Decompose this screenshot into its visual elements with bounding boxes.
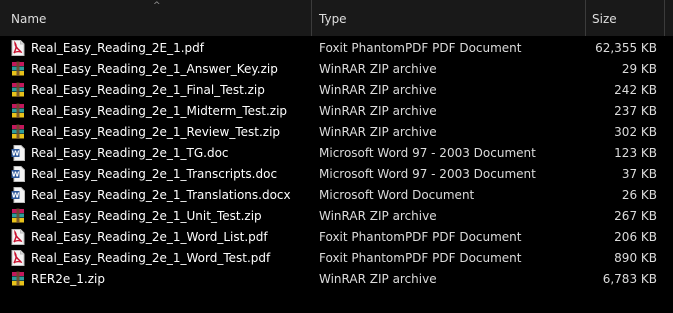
file-row[interactable]: W Real_Easy_Reading_2e_1_Transcripts.doc M… [0,164,673,185]
file-name[interactable]: Real_Easy_Reading_2e_1_Transcripts.doc [31,164,277,185]
column-divider[interactable] [311,0,312,36]
file-name[interactable]: Real_Easy_Reading_2E_1.pdf [31,38,204,59]
file-size: 29 KB [621,62,657,76]
column-divider[interactable] [664,0,665,36]
file-size: 37 KB [621,167,657,181]
file-row[interactable]: Real_Easy_Reading_2e_1_Final_Test.zip Win… [0,80,673,101]
column-header-bar: ^ Name Type Size [0,0,673,36]
file-row[interactable]: RER2e_1.zip WinRAR ZIP archive 6,783 KB [0,269,673,290]
file-row[interactable]: Real_Easy_Reading_2E_1.pdf Foxit PhantomP… [0,38,673,59]
file-type: Foxit PhantomPDF PDF Document [319,41,522,55]
pdf-icon [11,229,25,245]
word-icon: W [11,145,25,161]
file-type: WinRAR ZIP archive [319,83,437,97]
zip-icon [11,82,25,98]
file-row[interactable]: Real_Easy_Reading_2e_1_Word_Test.pdf Foxi… [0,248,673,269]
column-divider[interactable] [585,0,586,36]
zip-icon [11,61,25,77]
file-name[interactable]: Real_Easy_Reading_2e_1_Translations.docx [31,185,291,206]
file-size: 123 KB [614,146,657,160]
file-name[interactable]: Real_Easy_Reading_2e_1_Answer_Key.zip [31,59,278,80]
column-header-size[interactable]: Size [592,0,662,36]
svg-text:W: W [12,171,20,179]
file-row[interactable]: Real_Easy_Reading_2e_1_Review_Test.zip Wi… [0,122,673,143]
file-name[interactable]: Real_Easy_Reading_2e_1_Review_Test.zip [31,122,280,143]
file-type: Microsoft Word Document [319,188,475,202]
file-type: WinRAR ZIP archive [319,104,437,118]
word-icon: W [11,166,25,182]
file-row[interactable]: Real_Easy_Reading_2e_1_Midterm_Test.zip W… [0,101,673,122]
svg-text:W: W [12,150,20,158]
file-name[interactable]: Real_Easy_Reading_2e_1_TG.doc [31,143,229,164]
zip-icon [11,271,25,287]
file-size: 6,783 KB [602,272,657,286]
file-row[interactable]: Real_Easy_Reading_2e_1_Unit_Test.zip WinR… [0,206,673,227]
file-type: Microsoft Word 97 - 2003 Document [319,167,536,181]
file-type: Foxit PhantomPDF PDF Document [319,230,522,244]
column-header-name[interactable]: Name [11,0,301,36]
file-type: Microsoft Word 97 - 2003 Document [319,146,536,160]
file-type: WinRAR ZIP archive [319,125,437,139]
zip-icon [11,208,25,224]
file-type: WinRAR ZIP archive [319,272,437,286]
file-row[interactable]: Real_Easy_Reading_2e_1_Word_List.pdf Foxi… [0,227,673,248]
file-type: WinRAR ZIP archive [319,62,437,76]
svg-text:W: W [12,192,20,200]
column-header-type[interactable]: Type [319,0,574,36]
vertical-scrollbar[interactable] [665,36,673,313]
file-name[interactable]: Real_Easy_Reading_2e_1_Word_List.pdf [31,227,268,248]
zip-icon [11,103,25,119]
word-icon: W [11,187,25,203]
file-size: 890 KB [614,251,657,265]
file-size: 206 KB [614,230,657,244]
file-size: 237 KB [614,104,657,118]
file-type: WinRAR ZIP archive [319,209,437,223]
file-size: 62,355 KB [595,41,657,55]
file-size: 267 KB [614,209,657,223]
file-size: 26 KB [621,188,657,202]
file-name[interactable]: RER2e_1.zip [31,269,105,290]
file-name[interactable]: Real_Easy_Reading_2e_1_Midterm_Test.zip [31,101,287,122]
pdf-icon [11,40,25,56]
zip-icon [11,124,25,140]
file-size: 242 KB [614,83,657,97]
file-name[interactable]: Real_Easy_Reading_2e_1_Final_Test.zip [31,80,265,101]
file-name[interactable]: Real_Easy_Reading_2e_1_Word_Test.pdf [31,248,270,269]
file-row[interactable]: Real_Easy_Reading_2e_1_Answer_Key.zip Win… [0,59,673,80]
file-name[interactable]: Real_Easy_Reading_2e_1_Unit_Test.zip [31,206,262,227]
file-size: 302 KB [614,125,657,139]
file-row[interactable]: W Real_Easy_Reading_2e_1_TG.doc Microsoft … [0,143,673,164]
pdf-icon [11,250,25,266]
file-row[interactable]: W Real_Easy_Reading_2e_1_Translations.doc… [0,185,673,206]
file-type: Foxit PhantomPDF PDF Document [319,251,522,265]
file-list: Real_Easy_Reading_2E_1.pdf Foxit PhantomP… [0,38,673,290]
